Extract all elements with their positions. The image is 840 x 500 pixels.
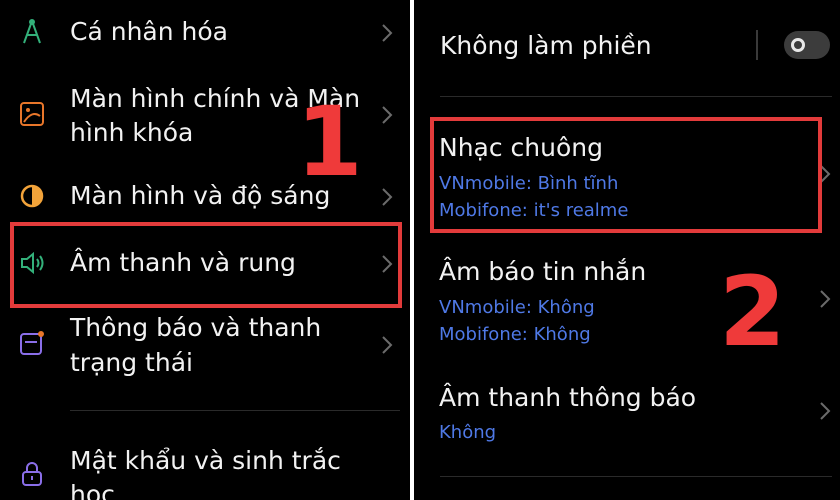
row-notification-sound[interactable]: Âm thanh thông báo Không bbox=[414, 370, 840, 460]
notification-sound-label: Âm thanh thông báo bbox=[439, 383, 697, 412]
chevron-right-icon bbox=[818, 288, 832, 310]
menu-item-label-line1: Mật khẩu và sinh trắc bbox=[70, 446, 341, 475]
chevron-right-icon bbox=[818, 400, 832, 422]
toggle-knob bbox=[791, 38, 805, 52]
menu-item-label-line1: Thông báo và thanh bbox=[70, 313, 322, 342]
message-tone-sim1-value: VNmobile: Không bbox=[439, 297, 595, 318]
menu-item-label-line2: hình khóa bbox=[70, 118, 194, 147]
step-number-2: 2 bbox=[719, 256, 786, 368]
vertical-separator bbox=[756, 30, 758, 60]
menu-item-label: Cá nhân hóa bbox=[70, 17, 228, 46]
brightness-icon bbox=[18, 182, 46, 210]
chevron-right-icon bbox=[380, 104, 394, 126]
sound-settings-panel: Không làm phiền Nhạc chuông VNmobile: Bì… bbox=[414, 0, 840, 500]
message-tone-label: Âm báo tin nhắn bbox=[439, 257, 647, 286]
chevron-right-icon bbox=[380, 22, 394, 44]
menu-item-label-line2: học bbox=[70, 480, 115, 500]
section-divider bbox=[440, 476, 832, 477]
menu-item-personalization[interactable]: Cá nhân hóa bbox=[0, 0, 410, 60]
menu-item-label-line2: trạng thái bbox=[70, 348, 193, 377]
row-do-not-disturb[interactable]: Không làm phiền bbox=[414, 0, 840, 90]
chevron-right-icon bbox=[380, 186, 394, 208]
personalization-icon bbox=[18, 18, 46, 46]
message-tone-sim2-value: Mobifone: Không bbox=[439, 324, 591, 345]
highlight-box-ringtone bbox=[430, 117, 822, 233]
notification-icon bbox=[18, 330, 46, 358]
step-number-1: 1 bbox=[296, 86, 363, 198]
chevron-right-icon bbox=[380, 334, 394, 356]
lock-icon bbox=[18, 460, 46, 488]
do-not-disturb-label: Không làm phiền bbox=[440, 31, 652, 60]
section-divider bbox=[440, 96, 832, 97]
menu-item-label: Màn hình và độ sáng bbox=[70, 181, 331, 210]
section-divider bbox=[70, 410, 400, 411]
menu-item-password-biometrics[interactable]: Mật khẩu và sinh trắc học bbox=[0, 440, 410, 500]
do-not-disturb-toggle[interactable] bbox=[784, 31, 830, 59]
wallpaper-icon bbox=[18, 100, 46, 128]
notification-sound-value: Không bbox=[439, 422, 497, 443]
menu-item-notifications-status-bar[interactable]: Thông báo và thanh trạng thái bbox=[0, 310, 410, 390]
settings-menu-panel: Cá nhân hóa Màn hình chính và Màn hình k… bbox=[0, 0, 410, 500]
highlight-box-sound-vibration bbox=[10, 222, 402, 308]
